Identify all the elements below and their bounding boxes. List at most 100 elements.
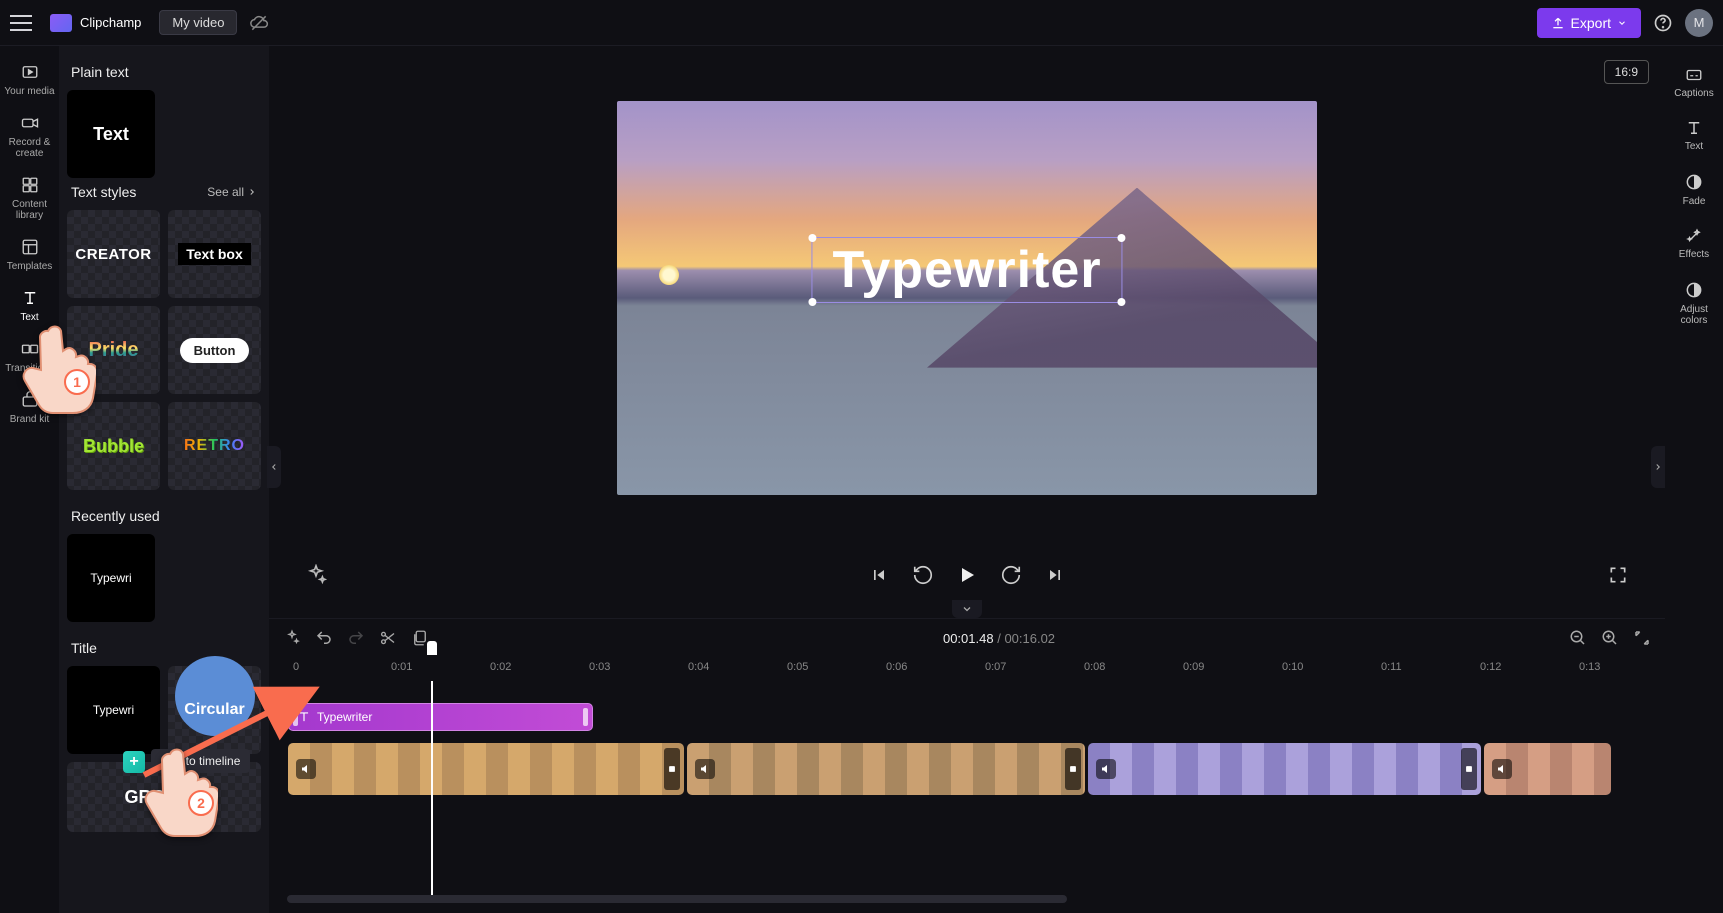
nav-transitions[interactable]: Transitions [0, 331, 59, 382]
user-avatar[interactable]: M [1685, 9, 1713, 37]
plain-text-thumb[interactable]: Text [67, 90, 155, 178]
ruler-tick: 0:07 [985, 661, 1006, 673]
video-clip-1[interactable] [288, 743, 684, 795]
text-clip-typewriter[interactable]: Typewriter [288, 703, 593, 731]
audio-toggle[interactable] [695, 759, 715, 779]
effects-icon [1684, 227, 1704, 245]
library-icon [20, 175, 40, 195]
timeline-scrollbar[interactable] [287, 895, 1067, 903]
nav-label: Brand kit [10, 414, 49, 425]
ruler-tick: 0:02 [490, 661, 511, 673]
thumb-label: RETRO [184, 437, 245, 455]
style-retro[interactable]: RETRO [168, 402, 261, 490]
transitions-icon [20, 339, 40, 359]
recent-typewriter[interactable]: Typewri [67, 534, 155, 622]
clip-trim-right[interactable] [1461, 748, 1477, 790]
nav-label: Content library [4, 199, 55, 221]
cloud-sync-off-icon[interactable] [247, 11, 271, 35]
nav-content-library[interactable]: Content library [0, 167, 59, 229]
prop-text[interactable]: Text [1680, 111, 1708, 160]
thumb-label: Text [93, 124, 129, 145]
menu-button[interactable] [10, 15, 32, 31]
audio-toggle[interactable] [1096, 759, 1116, 779]
prop-effects[interactable]: Effects [1675, 219, 1713, 268]
prop-fade[interactable]: Fade [1679, 164, 1710, 215]
timeline-collapse-button[interactable] [952, 600, 982, 618]
style-pride[interactable]: Pride [67, 306, 160, 394]
style-bubble[interactable]: Bubble [67, 402, 160, 490]
preview-canvas[interactable]: Typewriter [617, 101, 1317, 495]
timeline-ruler[interactable]: 0 0:01 0:02 0:03 0:04 0:05 0:06 0:07 0:0… [283, 657, 1665, 681]
ai-tools-button[interactable] [303, 562, 329, 588]
captions-icon [1684, 66, 1704, 84]
style-button[interactable]: Button [168, 306, 261, 394]
templates-icon [20, 237, 40, 257]
see-all-label: See all [207, 185, 244, 199]
clip-handle-left[interactable] [293, 708, 298, 726]
resize-handle-bl[interactable] [808, 298, 816, 306]
adjust-colors-icon [1684, 280, 1704, 300]
undo-button[interactable] [315, 629, 333, 647]
nav-label: Record & create [4, 137, 55, 159]
section-text-styles: Text styles [71, 184, 136, 200]
clip-trim-right[interactable] [1065, 748, 1081, 790]
current-time: 00:01.48 [943, 631, 994, 646]
prop-captions[interactable]: Captions [1670, 58, 1717, 107]
fit-timeline-button[interactable] [1633, 629, 1651, 647]
ruler-tick: 0:13 [1579, 661, 1600, 673]
ruler-tick: 0:05 [787, 661, 808, 673]
nav-record-create[interactable]: Record & create [0, 105, 59, 167]
nav-your-media[interactable]: Your media [0, 54, 59, 105]
text-icon [1684, 119, 1704, 137]
audio-toggle[interactable] [296, 759, 316, 779]
title-typewriter[interactable]: Typewri [67, 666, 160, 754]
play-button[interactable] [954, 562, 980, 588]
zoom-out-button[interactable] [1569, 629, 1587, 647]
resize-handle-tl[interactable] [808, 234, 816, 242]
video-clip-4[interactable] [1484, 743, 1611, 795]
title-circular[interactable]: Circular [168, 666, 261, 754]
prop-label: Effects [1679, 249, 1709, 260]
nav-label: Templates [7, 261, 53, 272]
nav-templates[interactable]: Templates [0, 229, 59, 280]
skip-start-button[interactable] [866, 562, 892, 588]
clip-trim-right[interactable] [664, 748, 680, 790]
ruler-tick: 0:06 [886, 661, 907, 673]
video-clip-3[interactable] [1088, 743, 1481, 795]
fade-icon [1684, 172, 1704, 192]
nav-brand-kit[interactable]: Brand kit [0, 382, 59, 433]
split-button[interactable] [379, 629, 397, 647]
zoom-in-button[interactable] [1601, 629, 1619, 647]
timecode: 00:01.48 / 00:16.02 [943, 631, 1055, 646]
help-button[interactable] [1653, 13, 1673, 33]
selected-text-element[interactable]: Typewriter [811, 237, 1122, 303]
auto-enhance-button[interactable] [283, 629, 301, 647]
redo-button[interactable] [347, 629, 365, 647]
video-clip-2[interactable] [687, 743, 1085, 795]
audio-toggle[interactable] [1492, 759, 1512, 779]
playhead[interactable] [431, 681, 433, 901]
upload-icon [1551, 16, 1565, 30]
see-all-button[interactable]: See all [207, 185, 257, 199]
project-title[interactable]: My video [159, 10, 237, 35]
nav-label: Text [20, 312, 38, 323]
rewind-button[interactable] [910, 562, 936, 588]
export-button[interactable]: Export [1537, 8, 1641, 38]
fullscreen-button[interactable] [1605, 562, 1631, 588]
app-logo[interactable]: Clipchamp [50, 14, 141, 32]
forward-button[interactable] [998, 562, 1024, 588]
timeline-tracks[interactable]: Typewriter [283, 681, 1665, 913]
section-title: Title [71, 640, 257, 656]
right-nav: Captions Text Fade Effects Adjust colors [1665, 46, 1723, 913]
prop-adjust-colors[interactable]: Adjust colors [1665, 272, 1723, 334]
clip-handle-right[interactable] [583, 708, 588, 726]
style-creator[interactable]: CREATOR [67, 210, 160, 298]
skip-end-button[interactable] [1042, 562, 1068, 588]
panel-collapse-right[interactable] [1651, 446, 1665, 488]
nav-text[interactable]: Text [0, 280, 59, 331]
style-textbox[interactable]: Text box [168, 210, 261, 298]
clipchamp-logo-icon [50, 14, 72, 32]
thumb-label: Bubble [83, 436, 144, 457]
export-label: Export [1571, 15, 1611, 31]
add-to-timeline-button[interactable]: + [123, 751, 145, 773]
